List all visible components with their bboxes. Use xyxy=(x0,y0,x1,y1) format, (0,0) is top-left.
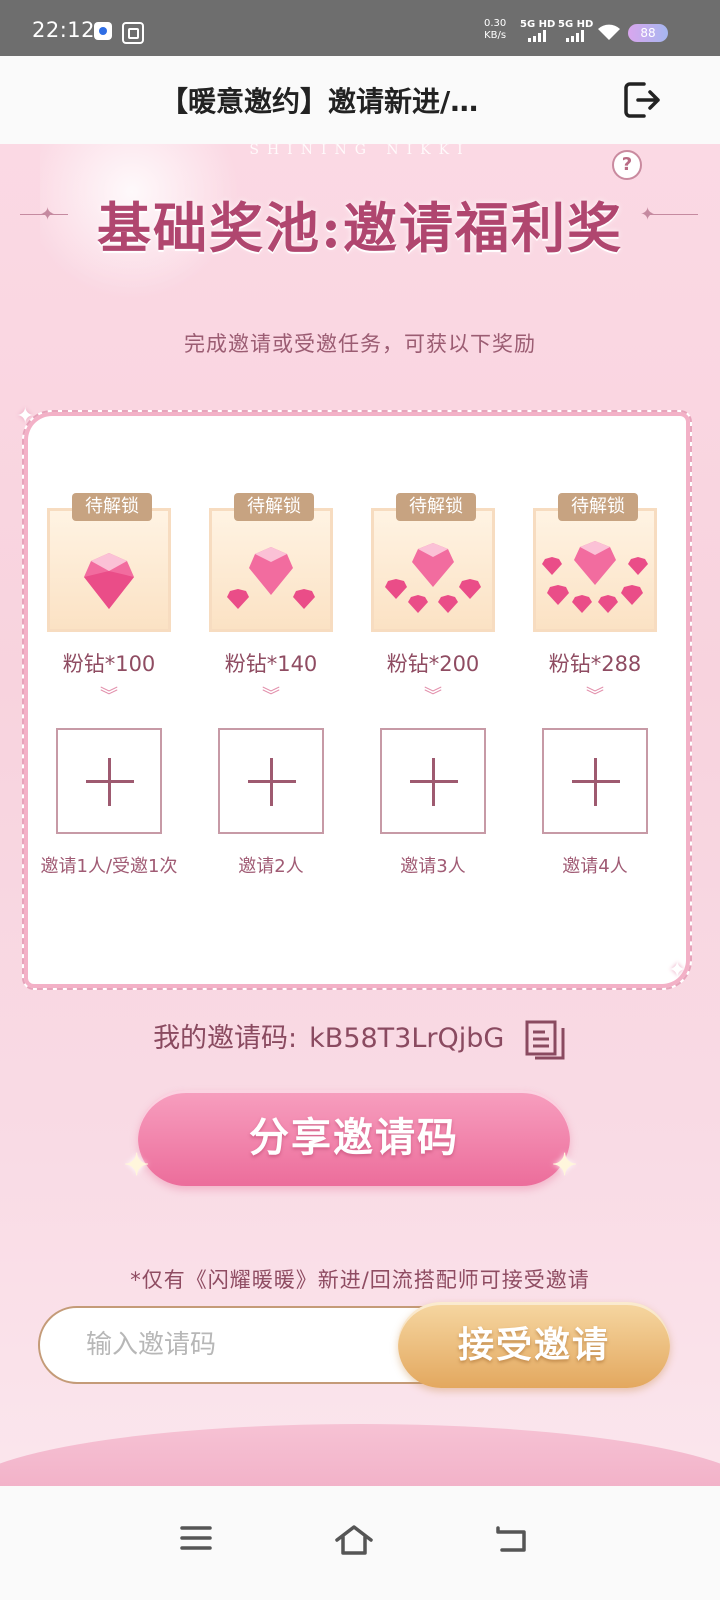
locked-badge: 待解锁 xyxy=(234,493,314,521)
menu-icon[interactable] xyxy=(180,1524,212,1552)
speed-value: 0.30 xyxy=(484,18,507,29)
reward-name: 粉钻*140 xyxy=(224,652,318,676)
reward-condition: 邀请2人 xyxy=(238,856,304,877)
app-notification-icon xyxy=(94,22,112,40)
chevron-down-icon: ︾ xyxy=(424,686,442,707)
invite-slot-button[interactable] xyxy=(218,728,324,834)
reward-card[interactable]: 待解锁 xyxy=(533,493,657,632)
reward-name: 粉钻*100 xyxy=(62,652,156,676)
pink-diamond-icon xyxy=(84,553,134,609)
reward-card[interactable]: 待解锁 xyxy=(209,493,333,632)
wifi-icon xyxy=(598,24,620,40)
copy-icon[interactable] xyxy=(523,1018,567,1062)
share-button-label: 分享邀请码 xyxy=(249,1114,459,1161)
home-icon[interactable] xyxy=(334,1524,374,1556)
status-bar: 22:12 0.30 KB/s 5G HD 5G HD 88 xyxy=(0,0,720,56)
network-speed: 0.30 KB/s xyxy=(484,18,506,42)
logout-icon[interactable] xyxy=(620,78,664,122)
eligibility-note: *仅有《闪耀暖暖》新进/回流搭配师可接受邀请 xyxy=(130,1268,590,1292)
app-notification-icon-2 xyxy=(122,22,144,44)
invite-code-row: 我的邀请码: kB58T3LrQjbG xyxy=(0,1016,720,1062)
sparkle-icon: ✦ xyxy=(16,404,35,429)
system-nav-bar xyxy=(0,1486,720,1600)
invite-slot-button[interactable] xyxy=(380,728,486,834)
sim1-label: 5G HD xyxy=(520,19,556,30)
chevron-down-icon: ︾ xyxy=(100,686,118,707)
invite-slot-button[interactable] xyxy=(542,728,648,834)
invite-code-value: kB58T3LrQjbG xyxy=(309,1023,505,1054)
back-icon[interactable] xyxy=(494,1524,528,1554)
pink-diamonds-icon xyxy=(227,547,315,609)
speed-unit: KB/s xyxy=(484,30,507,41)
status-time: 22:12 xyxy=(32,18,96,42)
sparkle-icon: ✦ xyxy=(552,1148,580,1183)
main-content[interactable]: SHINING NIKKI ? ✦ ✦ 基础奖池:邀请福利奖 完成邀请或受邀任务… xyxy=(0,144,720,1486)
page-title: 【暖意邀约】邀请新进/… xyxy=(160,85,479,118)
signal-icon-2 xyxy=(566,30,584,42)
share-invite-code-button[interactable]: ✦ 分享邀请码 ✦ xyxy=(124,1090,577,1186)
sim2-label: 5G HD xyxy=(558,19,594,30)
locked-badge: 待解锁 xyxy=(396,493,476,521)
reward-panel: ✦ ✦ 待解锁 粉钻*100 ︾ 邀请1人/受邀1次 待解锁 粉钻*140 ︾ … xyxy=(16,404,692,990)
accept-invite-row: 接受邀请 xyxy=(38,1302,670,1388)
section-title: 基础奖池:邀请福利奖 xyxy=(97,196,623,260)
reward-condition: 邀请3人 xyxy=(400,856,466,877)
locked-badge: 待解锁 xyxy=(558,493,638,521)
reward-name: 粉钻*288 xyxy=(548,652,642,676)
sparkle-icon: ✦ xyxy=(668,958,687,983)
reward-name: 粉钻*200 xyxy=(386,652,480,676)
reward-item-1: 待解锁 粉钻*100 ︾ 邀请1人/受邀1次 xyxy=(34,493,184,878)
section-subtitle: 完成邀请或受邀任务，可获以下奖励 xyxy=(184,332,536,356)
sparkle-icon: ✦ xyxy=(124,1148,152,1183)
reward-item-2: 待解锁 粉钻*140 ︾ 邀请2人 xyxy=(196,493,346,878)
chevron-down-icon: ︾ xyxy=(262,686,280,707)
battery-icon: 88 xyxy=(628,24,668,42)
signal-icon xyxy=(528,30,546,42)
brand-watermark: SHINING NIKKI xyxy=(249,144,471,158)
reward-condition: 邀请1人/受邀1次 xyxy=(40,856,178,877)
reward-item-4: 待解锁 粉钻*288 ︾ 邀请4人 xyxy=(520,493,670,878)
pink-diamonds-icon xyxy=(385,543,481,613)
accept-invite-button[interactable]: 接受邀请 xyxy=(398,1302,670,1388)
reward-item-3: 待解锁 粉钻*200 ︾ 邀请3人 xyxy=(358,493,508,878)
bottom-decoration xyxy=(0,1424,720,1486)
reward-card[interactable]: 待解锁 xyxy=(47,493,171,632)
chevron-down-icon: ︾ xyxy=(586,686,604,707)
reward-card[interactable]: 待解锁 xyxy=(371,493,495,632)
help-icon[interactable]: ? xyxy=(612,150,642,180)
app-header: 【暖意邀约】邀请新进/… xyxy=(0,56,720,144)
invite-slot-button[interactable] xyxy=(56,728,162,834)
accept-button-label: 接受邀请 xyxy=(457,1324,610,1366)
invite-code-label: 我的邀请码: xyxy=(153,1023,298,1054)
locked-badge: 待解锁 xyxy=(72,493,152,521)
pink-diamonds-icon xyxy=(542,541,648,613)
reward-condition: 邀请4人 xyxy=(562,856,628,877)
